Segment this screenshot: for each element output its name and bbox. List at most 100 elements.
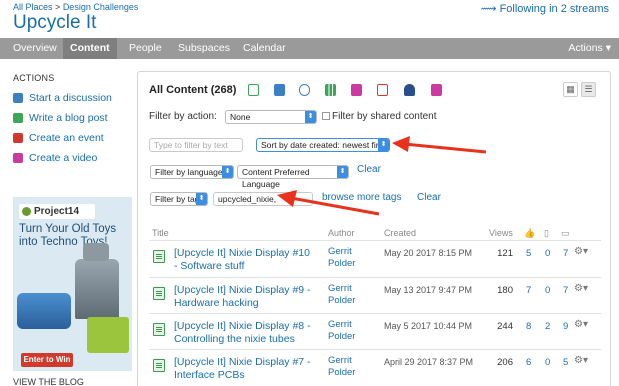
row-gear-icon[interactable]: ⚙▾ xyxy=(574,355,588,366)
project14-ad-banner[interactable]: Project14 Turn Your Old Toys into Techno… xyxy=(13,197,132,371)
row-author-line: Gerrit xyxy=(328,246,352,257)
table-row-title-link[interactable]: [Upcycle It] Nixie Display #9 - Hardware… xyxy=(174,284,324,310)
sidebar-item-label: Create a video xyxy=(29,152,98,164)
row-views: 206 xyxy=(497,357,513,368)
row-bookmarks[interactable]: 0 xyxy=(545,357,550,368)
tab-overview[interactable]: Overview xyxy=(6,38,64,59)
sidebar-item-write-blog[interactable]: Write a blog post xyxy=(13,111,108,125)
event-calendar-icon xyxy=(13,133,23,143)
events-filter-icon[interactable] xyxy=(377,84,388,96)
filter-tag-button[interactable]: Filter by tag ⬍ xyxy=(150,192,208,206)
table-row-title-link[interactable]: [Upcycle It] Nixie Display #8 - Controll… xyxy=(174,320,324,346)
blog-posts-filter-icon[interactable] xyxy=(274,84,285,96)
row-created: April 29 2017 8:37 PM xyxy=(384,357,474,367)
row-bookmarks[interactable]: 0 xyxy=(545,285,550,296)
row-likes[interactable]: 6 xyxy=(526,357,531,368)
blog-post-icon xyxy=(13,113,23,123)
clear-tag-link[interactable]: Clear xyxy=(417,192,441,203)
following-streams-icon: ⟿ xyxy=(480,3,497,15)
row-likes[interactable]: 5 xyxy=(526,248,531,259)
row-divider xyxy=(149,240,601,241)
row-author-link[interactable]: Gerrit Polder xyxy=(328,246,355,270)
row-likes[interactable]: 8 xyxy=(526,321,531,332)
project14-logo: Project14 xyxy=(19,204,95,219)
row-title-line: [Upcycle It] Nixie Display #9 - xyxy=(174,284,311,296)
actions-menu[interactable]: Actions ▾ xyxy=(568,38,611,59)
row-author-line: Polder xyxy=(328,331,356,342)
table-row-title-link[interactable]: [Upcycle It] Nixie Display #7 - Interfac… xyxy=(174,356,324,382)
column-header-created[interactable]: Created xyxy=(384,228,416,238)
filter-shared-checkbox[interactable]: Filter by shared content xyxy=(322,111,437,122)
sidebar-item-label: Create an event xyxy=(29,132,104,144)
discussion-icon xyxy=(13,93,23,103)
select-arrow-icon: ⬍ xyxy=(337,166,348,178)
ad-brand: Project14 xyxy=(34,206,80,217)
discussions-filter-icon[interactable] xyxy=(299,84,310,96)
videos-filter-icon[interactable] xyxy=(431,84,442,96)
row-title-line: [Upcycle It] Nixie Display #10 xyxy=(174,247,310,259)
page-title: Upcycle It xyxy=(13,12,97,33)
bookmark-column-icon: ▯ xyxy=(544,228,549,238)
annotation-arrow-sort xyxy=(392,136,487,154)
ad-headline-line-1: Turn Your Old Toys xyxy=(19,223,117,235)
row-gear-icon[interactable]: ⚙▾ xyxy=(574,283,588,294)
filter-language-label: Filter by language xyxy=(155,167,223,177)
thumbnail-view-icon[interactable]: ▦ xyxy=(563,82,578,97)
documents-filter-icon[interactable] xyxy=(248,84,259,96)
tab-subspaces[interactable]: Subspaces xyxy=(171,38,237,59)
breadcrumb-design-challenges[interactable]: Design Challenges xyxy=(63,2,139,12)
row-comments[interactable]: 7 xyxy=(563,285,568,296)
column-header-author[interactable]: Author xyxy=(328,228,355,238)
polls-filter-icon[interactable] xyxy=(325,84,336,96)
all-content-title: All Content (268) xyxy=(149,84,237,96)
trophy-filter-icon[interactable] xyxy=(404,84,415,96)
following-label: Following in 2 streams xyxy=(499,3,609,15)
document-icon xyxy=(153,323,165,336)
table-row-title-link[interactable]: [Upcycle It] Nixie Display #10 - Softwar… xyxy=(174,247,324,273)
row-divider xyxy=(149,313,601,314)
row-title-line: [Upcycle It] Nixie Display #8 - xyxy=(174,320,311,332)
filter-action-select[interactable]: None ⬍ xyxy=(225,110,317,124)
document-icon xyxy=(153,250,165,263)
tab-calendar[interactable]: Calendar xyxy=(236,38,293,59)
tab-people[interactable]: People xyxy=(122,38,169,59)
ideas-filter-icon[interactable] xyxy=(351,84,362,96)
column-header-title[interactable]: Title xyxy=(152,228,169,238)
clear-language-link[interactable]: Clear xyxy=(357,164,381,175)
row-author-line: Polder xyxy=(328,258,356,269)
sidebar-item-create-event[interactable]: Create an event xyxy=(13,131,104,145)
filter-language-button[interactable]: Filter by language ⬍ xyxy=(150,165,234,179)
row-divider xyxy=(149,349,601,350)
ad-green-toy-image xyxy=(87,317,129,353)
row-bookmarks[interactable]: 0 xyxy=(545,248,550,259)
breadcrumb: All Places > Design Challenges xyxy=(13,2,138,12)
following-link[interactable]: ⟿ Following in 2 streams xyxy=(481,2,609,15)
row-author-link[interactable]: Gerrit Polder xyxy=(328,319,355,343)
list-view-icon[interactable]: ☰ xyxy=(581,82,596,97)
breadcrumb-separator: > xyxy=(55,2,61,12)
ad-robot-image xyxy=(75,243,119,319)
tab-content[interactable]: Content xyxy=(63,38,117,59)
row-gear-icon[interactable]: ⚙▾ xyxy=(574,246,588,257)
text-filter-input[interactable]: Type to filter by text xyxy=(149,138,243,152)
row-comments[interactable]: 7 xyxy=(563,248,568,259)
row-bookmarks[interactable]: 2 xyxy=(545,321,550,332)
select-arrow-icon: ⬍ xyxy=(378,139,389,151)
sort-select[interactable]: Sort by date created: newest first ⬍ xyxy=(256,138,390,152)
row-comments[interactable]: 9 xyxy=(563,321,568,332)
language-select[interactable]: Content Preferred Language ⬍ xyxy=(237,165,349,189)
column-header-views[interactable]: Views xyxy=(489,228,513,238)
row-author-link[interactable]: Gerrit Polder xyxy=(328,355,355,379)
enter-to-win-button[interactable]: Enter to Win xyxy=(21,353,73,367)
row-gear-icon[interactable]: ⚙▾ xyxy=(574,319,588,330)
filter-shared-label: Filter by shared content xyxy=(332,111,437,122)
row-comments[interactable]: 5 xyxy=(563,357,568,368)
checkbox-icon xyxy=(322,112,330,120)
sidebar-item-create-video[interactable]: Create a video xyxy=(13,151,97,165)
row-author-line: Gerrit xyxy=(328,283,352,294)
sidebar-item-start-discussion[interactable]: Start a discussion xyxy=(13,91,112,105)
row-likes[interactable]: 7 xyxy=(526,285,531,296)
breadcrumb-all-places[interactable]: All Places xyxy=(13,2,53,12)
row-author-link[interactable]: Gerrit Polder xyxy=(328,283,355,307)
row-author-line: Gerrit xyxy=(328,319,352,330)
